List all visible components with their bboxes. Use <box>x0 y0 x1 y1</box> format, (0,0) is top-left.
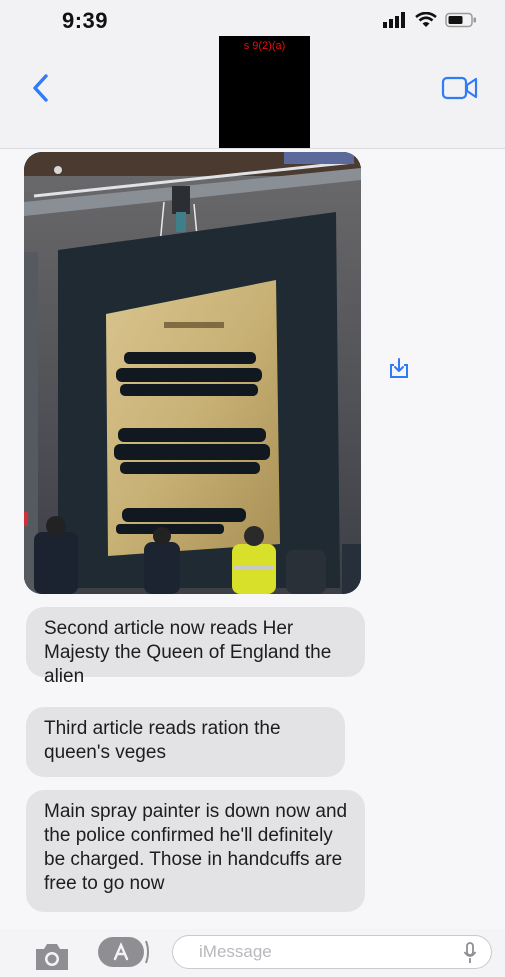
clock-time: 9:39 <box>62 8 109 33</box>
message-bubble[interactable]: Main spray painter is down now and the p… <box>26 790 365 912</box>
message-bubble[interactable]: Third article reads ration the queen's v… <box>26 707 345 777</box>
wifi-icon <box>415 12 437 27</box>
back-button[interactable] <box>28 68 58 108</box>
photo-attachment[interactable] <box>24 152 361 594</box>
share-download-icon <box>390 358 408 378</box>
photo-image <box>24 152 361 594</box>
redaction-label: s 9(2)(a) <box>243 40 286 52</box>
dictation-button[interactable] <box>463 942 477 964</box>
compose-bar <box>0 930 505 973</box>
redaction-box: s 9(2)(a) <box>219 36 310 148</box>
message-text: Second article now reads Her Majesty the… <box>44 618 332 687</box>
video-camera-icon <box>441 76 478 100</box>
microphone-icon <box>463 942 477 963</box>
camera-button[interactable] <box>32 940 72 972</box>
app-store-button[interactable] <box>96 935 150 969</box>
message-input[interactable] <box>197 936 451 968</box>
message-bubble[interactable]: Second article now reads Her Majesty the… <box>26 607 365 687</box>
chevron-left-icon <box>33 74 48 102</box>
message-text: Third article reads ration the queen's v… <box>44 718 281 763</box>
save-photo-button[interactable] <box>388 356 410 380</box>
app-store-icon <box>98 937 149 967</box>
status-icons <box>383 12 477 28</box>
battery-icon <box>445 12 476 28</box>
video-call-button[interactable] <box>441 74 479 102</box>
signal-bars-icon <box>383 12 405 28</box>
camera-icon <box>36 944 68 970</box>
message-input-field[interactable] <box>172 935 492 969</box>
message-text: Main spray painter is down now and the p… <box>44 801 348 894</box>
status-bar: 9:39 <box>0 0 505 40</box>
